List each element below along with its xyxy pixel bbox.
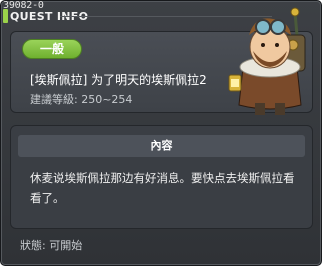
quest-info-window: 39082-0 QUEST INFO 一般 [埃斯佩拉] 为了明天的埃斯佩拉2 … <box>0 0 322 266</box>
quest-title: [埃斯佩拉] 为了明天的埃斯佩拉2 <box>30 73 207 87</box>
npc-explorer-portrait-icon <box>228 7 306 115</box>
quest-status: 狀態: 可開始 <box>20 239 83 252</box>
category-badge: 一般 <box>22 39 82 59</box>
recommended-level: 建議等級: 250~254 <box>30 93 133 106</box>
quest-description: 休麦说埃斯佩拉那边有好消息。要快点去埃斯佩拉看看了。 <box>30 171 295 205</box>
header-accent <box>3 9 8 23</box>
content-section-header: 內容 <box>18 135 305 157</box>
